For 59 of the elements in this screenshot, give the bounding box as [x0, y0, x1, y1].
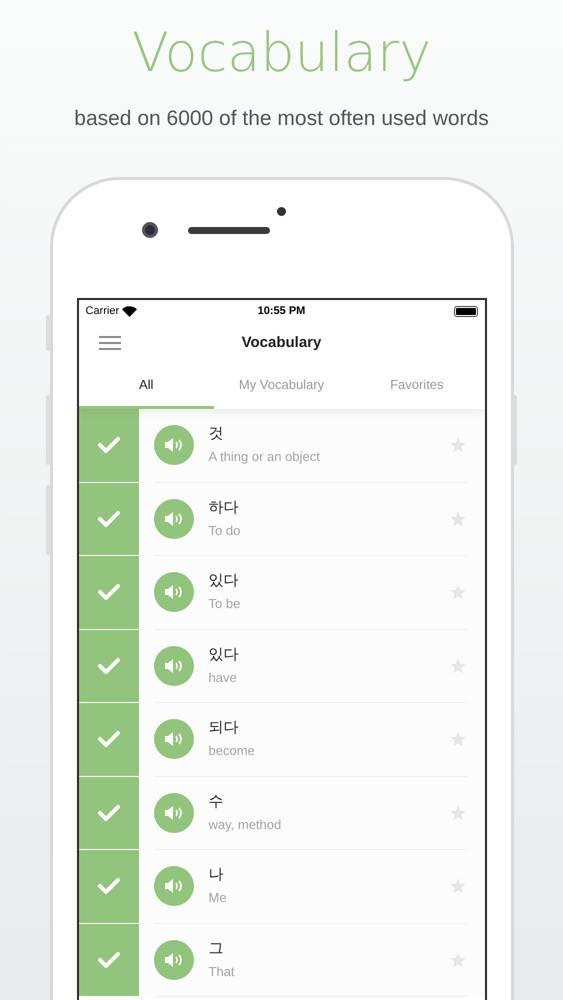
speaker-icon — [164, 584, 184, 600]
check-icon — [98, 730, 120, 748]
word-text: 그 — [208, 940, 224, 958]
speaker-button[interactable] — [154, 498, 194, 539]
nav-title: Vocabulary — [242, 332, 322, 353]
learned-toggle[interactable] — [78, 703, 138, 776]
learned-toggle[interactable] — [78, 630, 138, 703]
speaker-button[interactable] — [154, 572, 194, 612]
speaker-icon — [164, 804, 184, 821]
word-text: 것 — [208, 425, 224, 444]
menu-icon[interactable] — [98, 336, 120, 350]
learned-toggle[interactable] — [78, 776, 138, 850]
meaning-text: way, method — [208, 816, 282, 833]
learned-toggle[interactable] — [78, 924, 138, 997]
speaker-button[interactable] — [154, 425, 194, 466]
check-icon — [98, 950, 120, 969]
speaker-button[interactable] — [154, 646, 194, 686]
speaker-button[interactable] — [154, 792, 194, 833]
word-text: 수 — [208, 792, 224, 811]
speaker-button[interactable] — [154, 719, 194, 760]
check-icon — [98, 877, 120, 896]
battery-icon — [454, 306, 478, 316]
word-text: 있다 — [208, 646, 238, 664]
carrier-text: Carrier — [86, 304, 120, 319]
learned-toggle[interactable] — [78, 556, 138, 630]
meaning-text: To do — [208, 522, 240, 539]
speaker-icon — [164, 510, 184, 527]
word-text: 하다 — [208, 498, 238, 517]
speaker-icon — [164, 731, 184, 748]
meaning-text: A thing or an object — [208, 449, 320, 466]
check-icon — [98, 656, 120, 675]
speaker-icon — [164, 658, 184, 674]
learned-toggle[interactable] — [78, 409, 138, 482]
check-icon — [98, 510, 120, 528]
word-text: 나 — [208, 866, 224, 884]
check-icon — [98, 436, 120, 454]
tab[interactable]: My Vocabulary — [214, 364, 350, 409]
word-text: 되다 — [208, 719, 238, 738]
check-icon — [98, 804, 120, 822]
tab[interactable]: Favorites — [349, 364, 484, 409]
word-text: 있다 — [208, 572, 238, 590]
subtitle: based on 6000 of the most often used words — [74, 106, 489, 132]
speaker-icon — [164, 952, 184, 968]
meaning-text: become — [208, 743, 255, 760]
time-text: 10:55 PM — [258, 304, 306, 319]
learned-toggle[interactable] — [78, 482, 138, 556]
camera-lens — [142, 222, 158, 238]
wifi-icon — [122, 306, 138, 316]
headline: Vocabulary — [132, 20, 432, 86]
learned-toggle[interactable] — [78, 850, 138, 924]
speaker-icon — [164, 878, 184, 894]
speaker-icon — [164, 437, 184, 454]
speaker-button[interactable] — [154, 866, 194, 906]
meaning-text: That — [208, 964, 235, 980]
check-icon — [98, 583, 120, 602]
meaning-text: To be — [208, 596, 240, 612]
meaning-text: have — [208, 670, 237, 686]
speaker-button[interactable] — [154, 940, 194, 980]
meaning-text: Me — [208, 890, 227, 906]
